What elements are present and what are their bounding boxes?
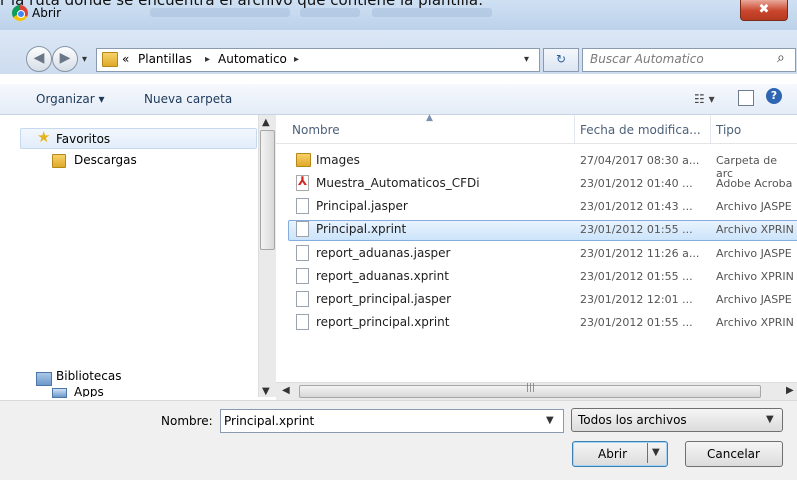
file-date: 23/01/2012 01:55 ... [580, 223, 693, 236]
open-button-label: Abrir [598, 447, 628, 461]
refresh-icon: ↻ [555, 52, 567, 66]
file-date: 23/01/2012 01:43 ... [580, 200, 693, 213]
file-name: Muestra_Automaticos_CFDi [316, 176, 480, 190]
file-icon [296, 291, 309, 307]
file-type: Adobe Acroba [716, 177, 793, 190]
file-icon [296, 314, 309, 330]
chrome-app-icon [12, 5, 28, 21]
search-icon[interactable]: ⌕ [777, 50, 785, 66]
breadcrumb-separator-icon[interactable]: ▸ [205, 54, 210, 65]
open-options-dropdown-icon[interactable]: ▼ [652, 447, 660, 458]
table-row[interactable]: Muestra_Automaticos_CFDi 23/01/2012 01:4… [276, 173, 797, 194]
column-divider[interactable] [710, 115, 711, 143]
file-type: Archivo XPRIN [716, 223, 794, 236]
filetype-dropdown-icon[interactable]: ▼ [766, 414, 774, 425]
help-icon[interactable]: ? [766, 88, 782, 104]
scroll-grip-icon: ||| [526, 383, 536, 393]
scroll-right-icon[interactable]: ▶ [786, 385, 794, 396]
file-icon [296, 245, 309, 261]
forward-button[interactable]: ▶ [52, 46, 78, 72]
toolbar [0, 84, 797, 115]
nav-item-descargas[interactable]: Descargas [74, 153, 137, 167]
file-name: report_principal.xprint [316, 315, 450, 329]
file-icon [296, 221, 309, 237]
column-header-type[interactable]: Tipo [716, 123, 741, 137]
folder-icon [102, 52, 118, 67]
file-date: 23/01/2012 01:55 ... [580, 270, 693, 283]
nav-item-apps[interactable]: Apps [74, 385, 104, 397]
table-row[interactable]: report_aduanas.xprint 23/01/2012 01:55 .… [276, 266, 797, 287]
blurred-window-text [372, 8, 492, 17]
refresh-button[interactable]: ↻ [543, 48, 579, 72]
split-divider [647, 443, 648, 463]
window-title: Abrir [32, 6, 62, 20]
address-dropdown-icon[interactable]: ▾ [524, 54, 529, 65]
file-type: Archivo JASPE [716, 247, 792, 260]
open-file-dialog: r la ruta donde se encuentra el archivo … [0, 0, 797, 480]
file-type: Archivo XPRIN [716, 316, 794, 329]
table-row[interactable]: report_principal.jasper 23/01/2012 12:01… [276, 289, 797, 310]
search-placeholder: Buscar Automatico [590, 52, 704, 66]
file-type: Archivo XPRIN [716, 270, 794, 283]
table-row[interactable]: Principal.jasper 23/01/2012 01:43 ... Ar… [276, 196, 797, 217]
close-button[interactable]: ✖ [740, 0, 788, 21]
back-button[interactable]: ◀ [26, 46, 52, 72]
pdf-file-icon [296, 174, 309, 191]
blurred-window-text [150, 8, 290, 17]
scroll-up-icon[interactable]: ▲ [262, 117, 270, 128]
filetype-value: Todos los archivos [578, 413, 687, 427]
file-icon [296, 268, 309, 284]
column-header-date[interactable]: Fecha de modifica... [580, 123, 701, 137]
scroll-left-icon[interactable]: ◀ [282, 385, 290, 396]
scroll-down-icon[interactable]: ▼ [262, 386, 270, 397]
table-row[interactable]: report_aduanas.jasper 23/01/2012 11:26 a… [276, 243, 797, 264]
cancel-button-label: Cancelar [707, 447, 760, 461]
nav-scroll-thumb[interactable] [260, 130, 275, 250]
sort-ascending-icon: ▲ [426, 113, 433, 123]
file-type: Archivo JASPE [716, 200, 792, 213]
table-row-selected[interactable]: Principal.xprint 23/01/2012 01:55 ... Ar… [276, 219, 797, 240]
file-name: report_aduanas.jasper [316, 246, 451, 260]
folder-icon [296, 153, 311, 167]
blurred-window-text [300, 8, 360, 17]
new-folder-button[interactable]: Nueva carpeta [144, 92, 232, 106]
breadcrumb-separator-icon[interactable]: ▸ [294, 54, 299, 65]
breadcrumb-automatico[interactable]: Automatico [218, 52, 287, 66]
file-name: report_aduanas.xprint [316, 269, 449, 283]
table-row[interactable]: Images 27/04/2017 08:30 a... Carpeta de … [276, 150, 797, 180]
column-divider[interactable] [574, 115, 575, 143]
filename-dropdown-icon[interactable]: ▼ [546, 415, 554, 426]
file-date: 23/01/2012 01:55 ... [580, 316, 693, 329]
file-name: Images [316, 153, 360, 167]
file-date: 23/01/2012 01:40 ... [580, 177, 693, 190]
file-date: 27/04/2017 08:30 a... [580, 154, 700, 167]
history-dropdown-icon[interactable]: ▾ [82, 54, 87, 65]
filename-input[interactable]: Principal.xprint [224, 414, 314, 428]
file-name: Principal.xprint [316, 222, 407, 236]
table-row[interactable]: report_principal.xprint 23/01/2012 01:55… [276, 312, 797, 333]
file-date: 23/01/2012 11:26 a... [580, 247, 700, 260]
file-name: Principal.jasper [316, 199, 408, 213]
organize-menu-button[interactable]: Organizar ▾ [36, 92, 105, 106]
change-view-button[interactable]: ☷ ▾ [694, 92, 715, 106]
file-icon [296, 198, 309, 214]
file-type: Archivo JASPE [716, 293, 792, 306]
downloads-folder-icon [52, 154, 66, 168]
breadcrumb-plantillas[interactable]: Plantillas [138, 52, 192, 66]
column-header-name[interactable]: Nombre [292, 123, 340, 137]
libraries-icon [36, 372, 52, 386]
apps-library-icon [52, 388, 67, 398]
file-name: report_principal.jasper [316, 292, 452, 306]
nav-item-bibliotecas[interactable]: Bibliotecas [56, 369, 121, 383]
filename-label: Nombre: [161, 414, 213, 428]
file-date: 23/01/2012 12:01 ... [580, 293, 693, 306]
breadcrumb-overflow[interactable]: « [122, 52, 129, 66]
nav-item-favoritos[interactable]: Favoritos [56, 132, 110, 146]
star-icon: ★ [37, 128, 51, 146]
preview-pane-icon[interactable] [738, 90, 754, 106]
